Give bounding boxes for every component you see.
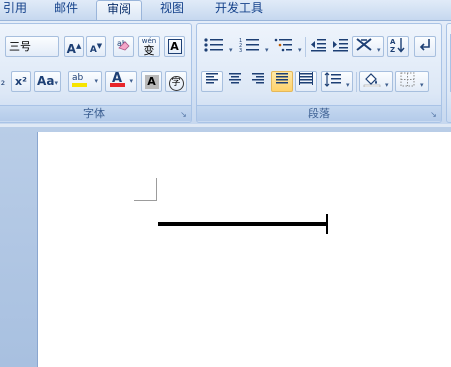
justify-icon — [275, 73, 289, 88]
svg-text:Z: Z — [390, 46, 395, 53]
font-group-label: 字体 — [0, 105, 191, 121]
chevron-down-icon: ▾ — [264, 46, 269, 54]
align-right-icon — [251, 73, 265, 88]
superscript-icon: x² — [15, 75, 27, 88]
chevron-down-icon: ▾ — [419, 81, 424, 89]
char-border-icon: A — [167, 39, 182, 54]
paragraph-mark-icon — [418, 39, 432, 55]
char-border-button[interactable]: A — [164, 36, 185, 57]
separator — [305, 37, 306, 57]
tab-mailings[interactable]: 邮件 — [45, 0, 87, 20]
numbering-button[interactable]: 123 ▾ — [237, 36, 271, 57]
paragraph-group: ▾ 123 ▾ ▾ ▾ A Z ▾ ▾ ▾ 段落 ↘ — [196, 23, 442, 123]
margin-corner-mark — [134, 178, 157, 201]
font-dialog-launcher-icon[interactable]: ↘ — [179, 110, 188, 119]
line-spacing-button[interactable]: ▾ — [321, 71, 353, 92]
align-left-button[interactable] — [201, 71, 223, 92]
highlight-swatch — [72, 83, 87, 87]
font-color-swatch — [110, 83, 125, 87]
char-shading-button[interactable]: A — [141, 71, 162, 92]
increase-indent-icon — [332, 39, 348, 55]
clear-format-button[interactable]: ab — [113, 36, 134, 57]
tab-view[interactable]: 视图 — [152, 0, 192, 20]
bullets-icon — [203, 38, 229, 55]
tab-developer[interactable]: 开发工具 — [208, 0, 270, 20]
highlighter-icon: ab — [72, 72, 88, 89]
chinese-layout-icon — [355, 38, 377, 55]
change-case-button[interactable]: Aa▾ — [34, 71, 61, 92]
show-marks-button[interactable] — [414, 36, 436, 57]
align-left-icon — [205, 73, 219, 88]
svg-text:A: A — [390, 38, 396, 46]
shading-button[interactable]: ▾ — [359, 71, 393, 92]
font-size-select[interactable]: 三号 ↘ — [5, 36, 59, 57]
highlight-button[interactable]: ab ▾ — [68, 71, 102, 92]
shrink-font-button[interactable]: A▼ — [86, 36, 106, 57]
increase-indent-button[interactable] — [329, 36, 351, 57]
chevron-down-icon: ▾ — [297, 46, 302, 54]
change-case-icon: Aa — [37, 74, 55, 88]
distributed-button[interactable] — [295, 71, 317, 92]
phonetic-guide-char: 变 — [143, 44, 155, 57]
font-color-button[interactable]: A ▾ — [105, 71, 137, 92]
subscript-button[interactable]: ₂ — [0, 71, 9, 92]
align-right-button[interactable] — [247, 71, 269, 92]
bullets-button[interactable]: ▾ — [201, 36, 235, 57]
chevron-down-icon: ▾ — [345, 81, 350, 89]
horizontal-line[interactable] — [158, 222, 328, 226]
align-center-icon — [228, 73, 242, 88]
font-size-value: 三号 — [9, 40, 31, 53]
enclose-char-icon: 字 — [168, 76, 184, 91]
document-page[interactable] — [37, 132, 451, 367]
clear-format-icon: ab — [116, 39, 131, 55]
tab-references[interactable]: 引用 — [0, 0, 30, 20]
decrease-indent-button[interactable] — [307, 36, 329, 57]
chinese-layout-button[interactable]: ▾ — [352, 36, 384, 57]
paragraph-dialog-launcher-icon[interactable]: ↘ — [429, 110, 438, 119]
subscript-icon: ₂ — [0, 75, 6, 88]
decrease-indent-icon — [310, 39, 326, 55]
grow-font-button[interactable]: A▲ — [64, 36, 84, 57]
superscript-button[interactable]: x² — [11, 71, 31, 92]
chevron-down-icon: ▾ — [129, 77, 133, 85]
paint-bucket-icon — [363, 73, 385, 90]
enclose-char-button[interactable]: 字 — [165, 71, 187, 92]
tab-review[interactable]: 审阅 — [96, 0, 142, 20]
borders-icon — [400, 72, 420, 90]
grow-font-icon: A — [66, 42, 76, 56]
paragraph-group-label: 段落 — [197, 105, 441, 121]
distributed-icon — [299, 72, 313, 88]
ribbon: 三号 ↘ A▲ A▼ ab wén 变 A ₂ x² Aa▾ — [0, 20, 451, 124]
ribbon-tab-bar: 引用 邮件 审阅 视图 开发工具 — [0, 0, 451, 20]
numbering-icon: 123 — [239, 38, 265, 55]
phonetic-guide-button[interactable]: wén 变 — [138, 36, 160, 57]
text-cursor — [326, 214, 328, 234]
shrink-font-icon: A — [89, 45, 97, 55]
separator — [356, 72, 357, 92]
document-area — [0, 124, 451, 367]
multilevel-list-icon — [274, 38, 298, 55]
borders-button[interactable]: ▾ — [395, 71, 429, 92]
chevron-down-icon: ▾ — [94, 77, 98, 85]
sort-button[interactable]: AZ — [387, 36, 409, 57]
sort-icon: AZ — [390, 38, 406, 56]
styles-group-partial — [446, 23, 451, 123]
chevron-down-icon: ▾ — [228, 46, 233, 54]
char-shading-icon: A — [144, 75, 159, 89]
justify-button[interactable] — [271, 71, 293, 92]
font-group: 三号 ↘ A▲ A▼ ab wén 变 A ₂ x² Aa▾ — [0, 23, 192, 123]
font-color-icon: A — [110, 72, 125, 89]
multilevel-list-button[interactable]: ▾ — [273, 36, 303, 57]
line-spacing-icon — [324, 72, 346, 90]
svg-text:3: 3 — [239, 48, 242, 52]
chevron-down-icon: ▾ — [384, 81, 389, 89]
align-center-button[interactable] — [224, 71, 246, 92]
chevron-down-icon: ▾ — [376, 46, 381, 54]
